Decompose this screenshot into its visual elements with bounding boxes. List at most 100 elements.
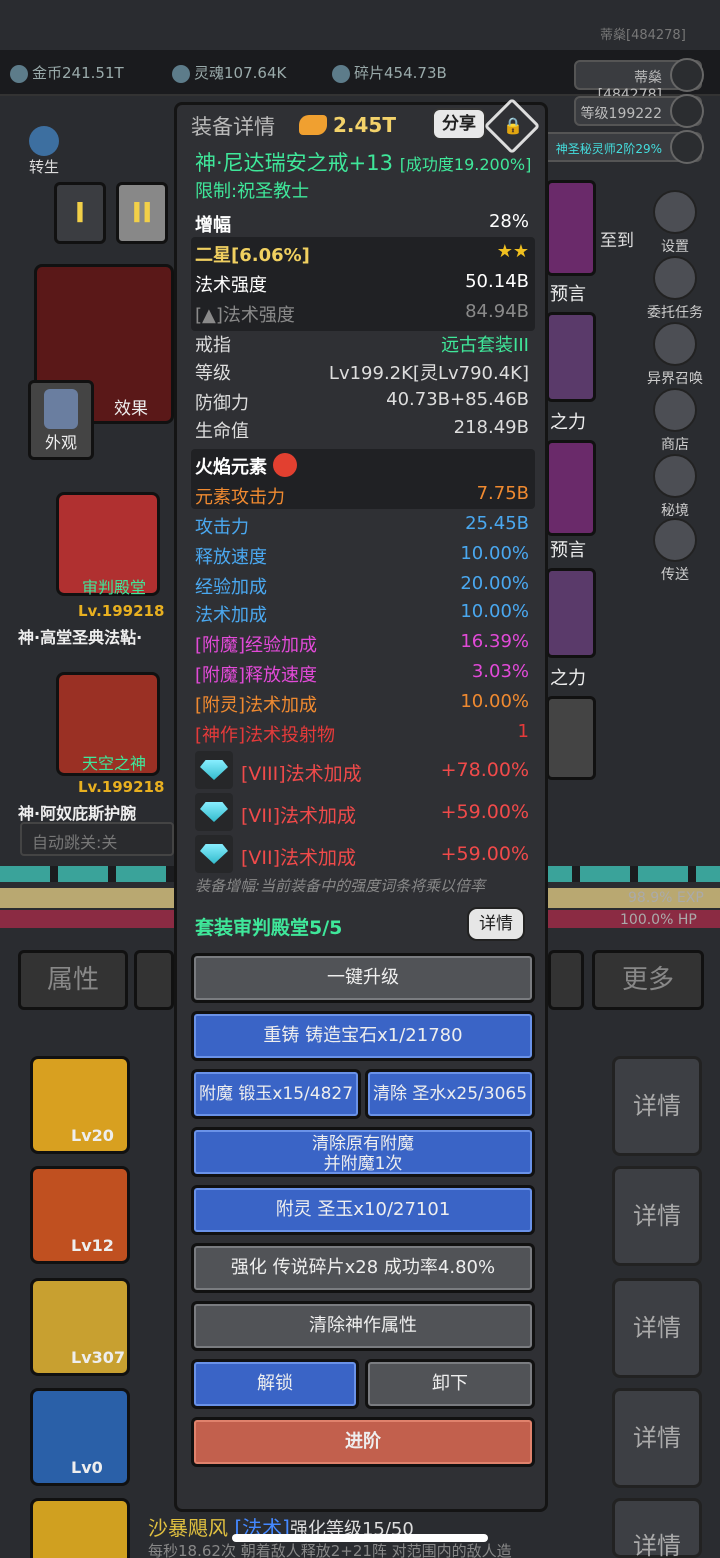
recast-button[interactable]: 重铸 铸造宝石x1/21780 <box>191 1011 535 1061</box>
tab-partial-right[interactable] <box>548 950 584 1010</box>
power-value: 2.45T <box>299 113 396 137</box>
fire-icon <box>273 453 298 477</box>
skill-icon-4[interactable]: Lv0 <box>30 1388 130 1486</box>
skill-icon-2[interactable]: Lv12 <box>30 1166 130 1264</box>
equip-2-set: 天空之神 <box>82 754 147 773</box>
appearance-button[interactable]: 外观 <box>28 380 94 460</box>
soul-counter: 灵魂107.64K <box>172 62 286 83</box>
hp-label: 100.0% HP <box>620 912 697 928</box>
enchant-row: [附魔]经验加成 16.39% <box>195 631 529 656</box>
right-slot-4[interactable] <box>546 568 596 658</box>
menu-settings[interactable]: 设置 <box>642 190 708 256</box>
menu-shop[interactable]: 商店 <box>642 388 708 454</box>
star-row: 二星[6.06%] ★★ <box>195 241 529 266</box>
advance-button[interactable]: 进阶 <box>191 1417 535 1467</box>
skill-desc: 每秒18.62次 朝着敌人释放2+21阵 对范围内的敌人造 <box>148 1542 512 1558</box>
gem-row: [VIII]法术加成 +78.00% <box>241 759 529 785</box>
gem-icon <box>195 835 233 873</box>
menu-quests[interactable]: 委托任务 <box>642 256 708 322</box>
spirit-button[interactable]: 附灵 圣玉x10/27101 <box>191 1185 535 1235</box>
equip-1-level: Lv.199218 <box>78 602 165 620</box>
gem-row: [VII]法术加成 +59.00% <box>241 843 529 869</box>
clear-divine-button[interactable]: 清除神作属性 <box>191 1301 535 1351</box>
skill-detail-2[interactable]: 详情 <box>612 1166 702 1266</box>
right-slot-2[interactable] <box>546 312 596 402</box>
effect-label[interactable]: 效果 <box>114 394 148 419</box>
spirit-row: [附灵]法术加成 10.00% <box>195 691 529 716</box>
lock-icon: 🔒 <box>503 116 523 135</box>
reenchant-button[interactable]: 清除原有附魔 并附魔1次 <box>191 1127 535 1177</box>
right-partial-4: 之力 <box>550 668 586 689</box>
amp-row: 增幅 28% <box>195 211 529 236</box>
muscle-icon <box>299 115 327 135</box>
equip-2-level: Lv.199218 <box>78 778 165 796</box>
item-name: 神·尼达瑞安之戒+13 [成功度19.200%] <box>195 151 532 175</box>
shop-icon <box>653 388 697 432</box>
gem-icon <box>195 751 233 789</box>
shard-counter: 碎片454.73B <box>332 62 447 83</box>
crystal-icon <box>653 454 697 498</box>
menu-summon[interactable]: 异界召唤 <box>642 322 708 388</box>
set-detail-button[interactable]: 详情 <box>467 907 525 941</box>
clear-enchant-button[interactable]: 清除 圣水x25/3065 <box>365 1069 535 1119</box>
skill-icon-5[interactable] <box>30 1498 130 1558</box>
item-restriction: 限制:祝圣教士 <box>195 181 310 202</box>
autojump-toggle[interactable]: 自动跳关:关 <box>20 822 174 856</box>
rebirth-icon <box>29 126 59 156</box>
defense-row: 防御力 40.73B+85.46B <box>195 389 529 414</box>
tab-more[interactable]: 更多 <box>592 950 704 1010</box>
stat-row: 攻击力 25.45B <box>195 513 529 538</box>
stat-row: 法术加成 10.00% <box>195 601 529 626</box>
shard-icon <box>332 64 350 83</box>
swirl-icon <box>670 130 704 164</box>
tab-partial[interactable] <box>134 950 174 1010</box>
right-partial-2: 之力 <box>550 412 586 433</box>
skill-detail-1[interactable]: 详情 <box>612 1056 702 1156</box>
home-indicator <box>232 1534 488 1542</box>
player-name-top: 蒂燊[484278] <box>600 28 686 43</box>
teleport-icon <box>653 518 697 562</box>
tab-attributes[interactable]: 属性 <box>18 950 128 1010</box>
player-name-plate[interactable]: 蒂燊[484278] <box>574 58 704 103</box>
equip-1-set: 审判殿堂 <box>82 578 147 597</box>
skill-icon-3[interactable]: Lv307 <box>30 1278 130 1376</box>
gold-icon <box>10 64 28 83</box>
equipment-detail-panel: 装备详情 2.45T 分享 🔒 神·尼达瑞安之戒+13 [成功度19.200%]… <box>174 97 548 1512</box>
tab-2[interactable]: II <box>116 182 168 244</box>
gold-counter: 金币241.51T <box>10 62 124 83</box>
right-slot-3[interactable] <box>546 440 596 536</box>
equip-1-name: 神·高堂圣典法䩞· <box>18 628 143 647</box>
gem-row: [VII]法术加成 +59.00% <box>241 801 529 827</box>
skill-detail-3[interactable]: 详情 <box>612 1278 702 1378</box>
right-slot-1[interactable] <box>546 180 596 276</box>
divine-row: [神作]法术投射物 1 <box>195 721 529 746</box>
menu-realm[interactable]: 秘境 <box>642 454 708 520</box>
spell-power-row: 法术强度 50.14B <box>195 271 529 296</box>
skill-detail-5[interactable]: 详情 <box>612 1498 702 1558</box>
right-partial-3: 预言 <box>550 540 586 561</box>
strengthen-button[interactable]: 强化 传说碎片x28 成功率4.80% <box>191 1243 535 1293</box>
tab-1[interactable]: I <box>54 182 106 244</box>
class-plate: 神圣秘灵师2阶29% <box>542 130 704 164</box>
rebirth-button[interactable]: 转生 <box>22 126 66 176</box>
unequip-button[interactable]: 卸下 <box>365 1359 535 1409</box>
skill-detail-4[interactable]: 详情 <box>612 1388 702 1488</box>
element-attack-row: 元素攻击力 7.75B <box>195 483 529 508</box>
unlock-button[interactable]: 解锁 <box>191 1359 359 1409</box>
panel-title: 装备详情 <box>191 115 275 139</box>
skill-icon-1[interactable]: Lv20 <box>30 1056 130 1154</box>
leaf-icon <box>670 58 704 92</box>
lock-toggle[interactable]: 🔒 <box>483 97 541 155</box>
enchant-button[interactable]: 附魔 锻玉x15/4827 <box>191 1069 361 1119</box>
share-button[interactable]: 分享 <box>432 108 486 140</box>
equip-2-name: 神·阿奴庇斯护腕 <box>18 804 137 823</box>
gem-icon <box>195 793 233 831</box>
enchant-row: [附魔]释放速度 3.03% <box>195 661 529 686</box>
portal-icon <box>653 322 697 366</box>
right-slot-5[interactable] <box>546 696 596 780</box>
menu-teleport[interactable]: 传送 <box>642 518 708 584</box>
exp-label: 98.9% EXP <box>628 890 704 906</box>
type-row: 戒指 远古套装III <box>195 335 529 356</box>
one-click-upgrade-button[interactable]: 一键升级 <box>191 953 535 1003</box>
stat-row: 释放速度 10.00% <box>195 543 529 568</box>
